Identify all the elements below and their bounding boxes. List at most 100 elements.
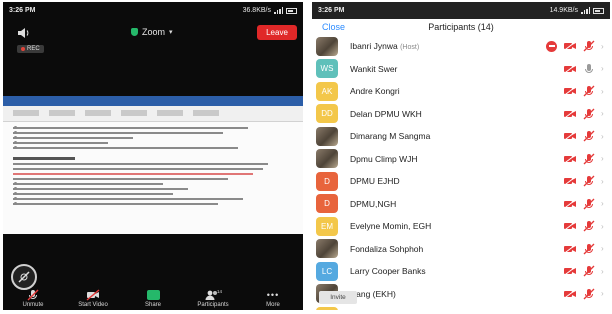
participant-row[interactable]: D DPMU EJHD › [312,170,610,193]
chevron-right-icon[interactable]: › [601,289,606,298]
avatar [316,149,338,169]
status-bar: 3:26 PM 36.8KB/s [3,2,303,19]
video-off-icon[interactable] [563,243,577,254]
share-button[interactable]: Share [128,289,178,308]
video-off-icon[interactable] [563,131,577,142]
avatar: AK [316,81,338,101]
participant-name-text: Andre Kongri [350,86,400,97]
mic-muted-icon[interactable] [583,265,595,277]
participant-name: Dpmu Climp WJH [350,154,563,164]
recording-label: REC [27,46,40,52]
participant-name-text: Fondaliza Sohphoh [350,243,424,254]
participants-label: Participants [197,302,229,308]
speaker-icon[interactable] [17,27,31,39]
mic-muted-icon[interactable] [583,153,595,165]
participant-row[interactable]: DD Delan DPMU WKH › [312,103,610,126]
leave-button[interactable]: Leave [257,25,297,40]
chevron-right-icon[interactable]: › [601,244,606,253]
participant-row[interactable]: Fondaliza Sohphoh › [312,238,610,261]
start-video-button[interactable]: Start Video [68,289,118,308]
participant-row[interactable]: LC Larry Cooper Banks › [312,260,610,283]
participant-controls: › [563,108,606,120]
mic-muted-icon[interactable] [583,175,595,187]
chevron-right-icon[interactable]: › [601,177,606,186]
participant-row[interactable]: EM Evelyne Momin, EGH › [312,215,610,238]
document-ribbon [3,106,303,122]
participant-row[interactable]: Dpmu Climp WJH › [312,148,610,171]
participant-row[interactable]: TNTodik N Sangma› [312,305,610,310]
participant-row[interactable]: Dimarang M Sangma › [312,125,610,148]
signal-icon [274,7,283,14]
video-off-icon[interactable] [563,198,577,209]
participant-controls: › [563,130,606,142]
video-off-icon[interactable] [563,41,577,52]
video-off-icon[interactable] [563,221,577,232]
mic-muted-icon[interactable] [583,40,595,52]
meeting-header: REC Zoom ▾ Leave [3,19,303,63]
chevron-right-icon[interactable]: › [601,109,606,118]
video-off-icon[interactable] [563,108,577,119]
invite-button[interactable]: Invite [319,291,357,304]
participants-icon: 14 [205,289,222,300]
participant-name: DPMU EJHD [350,176,563,186]
unmute-button[interactable]: Unmute [8,289,58,308]
mic-muted-icon[interactable] [583,198,595,210]
participant-controls: › [563,63,606,75]
avatar: LC [316,261,338,281]
video-off-icon[interactable] [563,63,577,74]
mic-muted-icon[interactable] [583,243,595,255]
video-off-icon[interactable] [563,86,577,97]
participant-controls: › [563,198,606,210]
shared-screen [3,96,303,234]
participant-row[interactable]: Ibanri Jynwa (Host) › [312,35,610,58]
meeting-title-button[interactable]: Zoom ▾ [131,27,173,37]
participant-name: Andre Kongri [350,86,563,96]
mic-icon[interactable] [583,63,595,75]
battery-icon [593,7,604,14]
chevron-right-icon[interactable]: › [601,132,606,141]
raise-hand-icon[interactable] [546,40,557,52]
close-button[interactable]: Close [322,22,345,32]
video-off-icon[interactable] [563,176,577,187]
participant-row[interactable]: WS Wankit Swer › [312,58,610,81]
participant-name-text: Evelyne Momin, EGH [350,221,432,232]
participants-screen: 3:26 PM 14.9KB/s Close Participants (14)… [312,2,610,310]
mic-muted-icon[interactable] [583,85,595,97]
chevron-right-icon[interactable]: › [601,267,606,276]
video-off-icon[interactable] [563,266,577,277]
network-speed: 14.9KB/s [549,7,578,14]
mic-muted-icon[interactable] [583,288,595,300]
meeting-title: Zoom [142,27,166,37]
participant-name: Nang (EKH) [350,289,563,299]
avatar [316,239,338,259]
chevron-right-icon[interactable]: › [601,222,606,231]
mic-muted-icon[interactable] [583,130,595,142]
participants-header: Close Participants (14) [312,19,610,35]
participant-row[interactable]: D DPMU,NGH › [312,193,610,216]
meeting-screen: 3:26 PM 36.8KB/s REC Zoom ▾ Leave Unmute… [3,2,303,310]
chevron-right-icon[interactable]: › [601,42,606,51]
participant-name: DPMU,NGH [350,199,563,209]
avatar: D [316,194,338,214]
signal-icon [581,7,590,14]
chevron-right-icon[interactable]: › [601,87,606,96]
video-off-icon [86,289,100,301]
video-off-icon[interactable] [563,288,577,299]
mic-muted-icon[interactable] [583,108,595,120]
self-view-button[interactable] [11,264,37,290]
chevron-right-icon[interactable]: › [601,64,606,73]
participant-controls: › [563,85,606,97]
start-video-label: Start Video [78,302,108,308]
participant-name-text: Dimarang M Sangma [350,131,431,142]
chevron-right-icon[interactable]: › [601,199,606,208]
avatar [316,36,338,56]
participants-button[interactable]: 14 Participants [188,289,238,308]
more-button[interactable]: ••• More [248,289,298,308]
participant-row[interactable]: AK Andre Kongri › [312,80,610,103]
chevron-right-icon[interactable]: › [601,154,606,163]
camera-switch-icon [18,271,30,283]
participant-name: Fondaliza Sohphoh [350,244,563,254]
video-off-icon[interactable] [563,153,577,164]
battery-icon [286,7,297,14]
mic-muted-icon[interactable] [583,220,595,232]
